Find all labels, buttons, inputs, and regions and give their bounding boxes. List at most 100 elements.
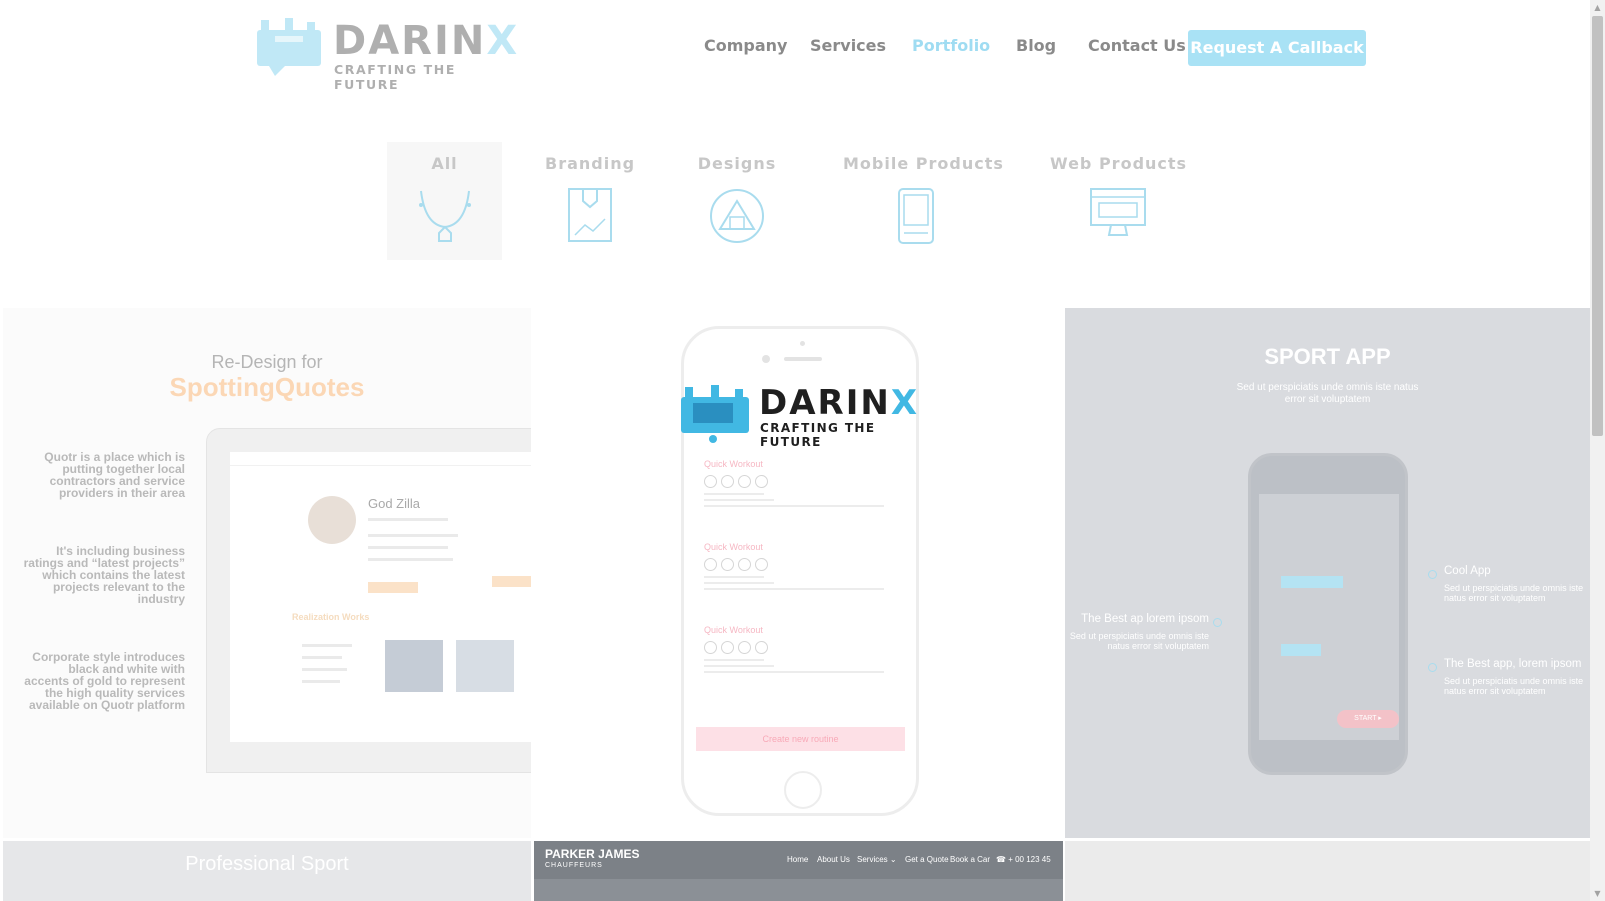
darinx-overlay-logo: DARINX CRAFTING THE FUTURE bbox=[679, 383, 929, 453]
workout-icons bbox=[704, 473, 902, 489]
phone-speaker bbox=[784, 357, 822, 361]
preview-link: About Us bbox=[817, 855, 850, 864]
phone-camera bbox=[762, 355, 770, 363]
portfolio-tile-6[interactable] bbox=[1065, 841, 1590, 901]
callout: The Best ap lorem ipsom Sed ut perspicia… bbox=[1069, 613, 1209, 651]
tile-title: Professional Sport bbox=[185, 853, 349, 875]
filter-web-products-label: Web Products bbox=[1050, 154, 1188, 173]
callout-text: Sed ut perspiciatis unde omnis iste natu… bbox=[1444, 583, 1584, 603]
text-line bbox=[302, 656, 342, 659]
callout: Cool App Sed ut perspiciatis unde omnis … bbox=[1444, 565, 1589, 603]
site-header: DARINX CRAFTING THE FUTURE Company Servi… bbox=[0, 0, 1590, 100]
shapes-icon bbox=[710, 189, 764, 243]
nav-contact-us[interactable]: Contact Us bbox=[1088, 36, 1186, 55]
phone-screen: START ▸ bbox=[1259, 494, 1399, 740]
nav-blog[interactable]: Blog bbox=[1016, 36, 1056, 55]
laptop-screen: God Zilla Realization Works bbox=[230, 452, 531, 742]
project-photo bbox=[385, 640, 443, 692]
filter-mobile-products-label: Mobile Products bbox=[843, 154, 1004, 173]
desktop-icon bbox=[1090, 188, 1146, 236]
nav-company[interactable]: Company bbox=[704, 36, 787, 55]
workout-title: Quick Workout bbox=[704, 625, 763, 635]
phone-sensor bbox=[800, 341, 805, 346]
screen-nav bbox=[230, 452, 531, 466]
filter-all-label: All bbox=[431, 154, 458, 173]
text-line bbox=[302, 668, 347, 671]
workout-item: Quick Workout bbox=[704, 625, 902, 673]
scroll-down-arrow-icon[interactable]: ▼ bbox=[1590, 886, 1605, 901]
filter-designs[interactable]: Designs bbox=[696, 142, 778, 260]
filter-all[interactable]: All bbox=[387, 142, 502, 260]
preview-link: Services ⌄ bbox=[857, 855, 897, 864]
portfolio-tile-workout-app[interactable]: Quick Workout Quick Workout Quick Workou… bbox=[534, 308, 1063, 838]
mobile-icon bbox=[898, 188, 934, 244]
logo-tagline: CRAFTING THE FUTURE bbox=[334, 62, 456, 92]
request-callback-button[interactable]: Request A Callback bbox=[1188, 30, 1366, 66]
workout-title: Quick Workout bbox=[704, 459, 763, 469]
screen-subheading: Realization Works bbox=[292, 612, 370, 622]
tile-brand: PARKER JAMES CHAUFFEURS bbox=[545, 847, 640, 869]
callout-dot bbox=[1428, 570, 1437, 579]
nav-portfolio[interactable]: Portfolio bbox=[912, 36, 990, 55]
callout-title: The Best ap lorem ipsom bbox=[1081, 613, 1209, 625]
portfolio-tile-sport-app[interactable]: SPORT APP Sed ut perspiciatis unde omnis… bbox=[1065, 308, 1590, 838]
callout-dot bbox=[1213, 618, 1222, 627]
workout-icons bbox=[704, 556, 902, 572]
darinx-logo[interactable]: DARINX CRAFTING THE FUTURE bbox=[255, 16, 517, 92]
tile-title: Re-Design for bbox=[211, 352, 323, 372]
text-line bbox=[302, 644, 352, 647]
filter-branding-label: Branding bbox=[545, 154, 636, 173]
filter-mobile-products[interactable]: Mobile Products bbox=[843, 142, 1004, 260]
text-line bbox=[368, 546, 448, 549]
tile-title: SPORT APP bbox=[1264, 344, 1391, 369]
callout-dot bbox=[1428, 663, 1437, 672]
frame-icon bbox=[568, 188, 612, 242]
filter-web-products[interactable]: Web Products bbox=[1050, 142, 1186, 260]
tile-brand: SpottingQuotes bbox=[169, 372, 365, 402]
workout-item: Quick Workout bbox=[704, 459, 902, 507]
filter-branding[interactable]: Branding bbox=[545, 142, 635, 260]
project-photo bbox=[456, 640, 514, 692]
tile-subtitle: Sed ut perspiciatis unde omnis iste natu… bbox=[1236, 382, 1419, 405]
scroll-up-arrow-icon[interactable]: ▲ bbox=[1590, 0, 1605, 15]
callout-title: Cool App bbox=[1444, 565, 1491, 577]
feature-note: It's including business ratings and “lat… bbox=[23, 544, 185, 606]
profile-name: God Zilla bbox=[368, 496, 421, 511]
progress-bar bbox=[1281, 644, 1321, 656]
workout-item: Quick Workout bbox=[704, 542, 902, 590]
create-routine-button: Create new routine bbox=[696, 727, 905, 751]
screen-button bbox=[492, 576, 531, 587]
screen-button bbox=[368, 582, 418, 593]
feature-note: Quotr is a place which is putting togeth… bbox=[44, 450, 185, 500]
callout-title: The Best app, lorem ipsom bbox=[1444, 658, 1582, 670]
preview-phone: ☎ + 00 123 45 bbox=[996, 855, 1051, 864]
text-line bbox=[302, 680, 340, 683]
preview-link: Home bbox=[787, 855, 809, 864]
laptop-mockup: God Zilla Realization Works bbox=[206, 428, 531, 773]
callout-text: Sed ut perspiciatis unde omnis iste natu… bbox=[1444, 676, 1584, 696]
nav-services[interactable]: Services bbox=[810, 36, 886, 55]
scrollbar[interactable]: ▲ ▼ bbox=[1590, 0, 1605, 901]
text-line bbox=[368, 518, 448, 521]
start-button: START ▸ bbox=[1337, 710, 1399, 728]
pen-tool-icon bbox=[418, 190, 471, 242]
feature-note: Corporate style introduces black and whi… bbox=[24, 650, 185, 712]
filter-designs-label: Designs bbox=[697, 154, 777, 173]
portfolio-tile-parker-james[interactable]: PARKER JAMES CHAUFFEURS Home About Us Ser… bbox=[534, 841, 1063, 901]
overlay-tagline: CRAFTING THE FUTURE bbox=[760, 421, 876, 449]
overlay-wordmark: DARINX bbox=[759, 383, 920, 423]
progress-bar bbox=[1281, 576, 1343, 588]
text-line bbox=[368, 558, 453, 561]
logo-wordmark: DARINX bbox=[333, 18, 520, 64]
preview-link: Get a Quote bbox=[905, 855, 949, 864]
avatar bbox=[308, 496, 356, 544]
workout-title: Quick Workout bbox=[704, 542, 763, 552]
portfolio-tile-spottingquotes[interactable]: Re-Design for SpottingQuotes Quotr is a … bbox=[3, 308, 531, 838]
text-line bbox=[368, 534, 458, 537]
callout: The Best app, lorem ipsom Sed ut perspic… bbox=[1444, 658, 1589, 696]
logo-mark-icon bbox=[257, 18, 321, 76]
workout-icons bbox=[704, 639, 902, 655]
portfolio-tile-professional-sport[interactable]: Professional Sport bbox=[3, 841, 531, 901]
scroll-thumb[interactable] bbox=[1592, 16, 1603, 436]
phone-home-button bbox=[784, 771, 822, 809]
